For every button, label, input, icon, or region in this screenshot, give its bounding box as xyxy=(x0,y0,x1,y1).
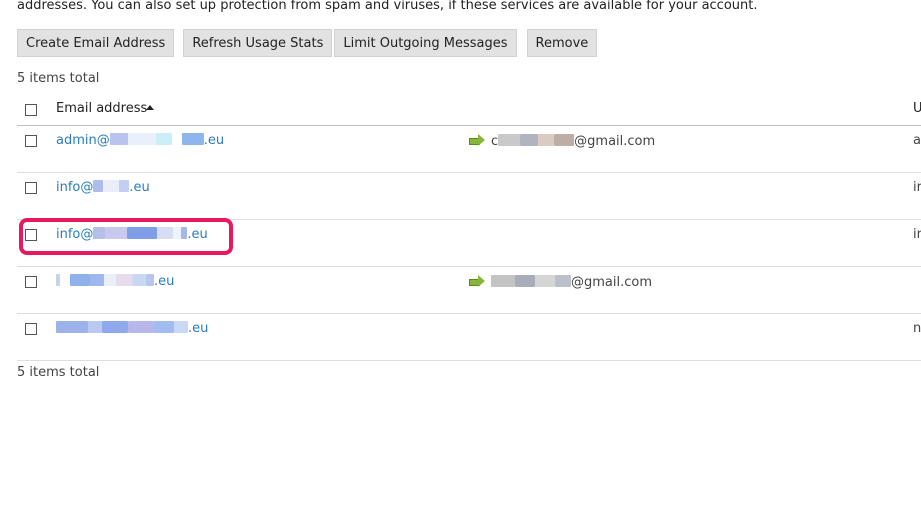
redacted-block xyxy=(520,134,539,146)
row-checkbox[interactable] xyxy=(25,323,37,335)
email-address-link[interactable]: admin@ .eu xyxy=(56,133,224,148)
redacted-block xyxy=(93,180,104,192)
table-row: info@ .eu ir xyxy=(17,220,921,267)
row-checkbox[interactable] xyxy=(25,229,37,241)
row-checkbox[interactable] xyxy=(25,182,37,194)
email-prefix: admin@ xyxy=(56,133,110,148)
redacted-block xyxy=(157,227,174,239)
forward-arrow-icon xyxy=(469,134,485,146)
intro-text: addresses. You can also set up protectio… xyxy=(17,0,758,13)
table-row: admin@ .eu c @gmail.com a xyxy=(17,126,921,173)
redacted-block xyxy=(174,321,188,333)
mail-accounts-page: addresses. You can also set up protectio… xyxy=(0,0,921,526)
redacted-block xyxy=(515,275,535,287)
email-address-column-header[interactable]: Email address xyxy=(56,101,147,116)
redacted-block xyxy=(155,133,172,145)
redacted-block xyxy=(128,321,154,333)
redacted-block xyxy=(60,274,70,286)
redacted-block xyxy=(70,274,90,286)
redacted-block xyxy=(102,321,128,333)
redacted-block xyxy=(116,274,132,286)
refresh-usage-stats-button[interactable]: Refresh Usage Stats xyxy=(183,29,333,57)
toolbar: Create Email Address Refresh Usage Stats… xyxy=(17,29,598,57)
email-address-link[interactable]: info@ .eu xyxy=(56,227,208,242)
row-col-u-value: a xyxy=(913,133,921,148)
table-header: Email address U xyxy=(17,96,921,126)
email-suffix: .eu xyxy=(154,274,175,289)
redacted-block xyxy=(181,133,204,145)
row-checkbox[interactable] xyxy=(25,135,37,147)
redacted-block xyxy=(56,321,88,333)
redacted-block xyxy=(104,274,116,286)
redacted-block xyxy=(103,180,120,192)
row-checkbox[interactable] xyxy=(25,276,37,288)
table-row: .eu @gmail.com xyxy=(17,267,921,314)
email-address-link[interactable]: .eu xyxy=(56,321,208,336)
forwarding-info: c @gmail.com xyxy=(469,134,655,149)
redacted-block xyxy=(93,227,106,239)
items-total-bottom: 5 items total xyxy=(17,365,100,380)
redacted-block xyxy=(554,134,575,146)
forward-suffix: @gmail.com xyxy=(571,275,653,290)
email-suffix: .eu xyxy=(129,180,150,195)
limit-outgoing-messages-button[interactable]: Limit Outgoing Messages xyxy=(334,29,517,57)
redacted-block xyxy=(498,134,521,146)
select-all-checkbox[interactable] xyxy=(25,104,37,116)
redacted-block xyxy=(105,227,128,239)
email-address-link[interactable]: .eu xyxy=(56,274,174,289)
redacted-block xyxy=(127,227,158,239)
forward-prefix: c xyxy=(491,134,499,149)
column-header-u[interactable]: U xyxy=(913,101,921,116)
create-email-address-button[interactable]: Create Email Address xyxy=(17,29,175,57)
email-prefix: info@ xyxy=(56,227,94,242)
redacted-block xyxy=(88,321,102,333)
email-suffix: .eu xyxy=(187,227,208,242)
forwarding-info: @gmail.com xyxy=(469,275,652,290)
sort-ascending-icon[interactable] xyxy=(146,105,154,110)
row-col-u-value: n xyxy=(913,321,921,336)
redacted-block xyxy=(538,134,555,146)
redacted-block xyxy=(90,274,104,286)
email-suffix: .eu xyxy=(203,133,225,148)
redacted-block xyxy=(173,227,182,239)
redacted-block xyxy=(119,180,130,192)
redacted-block xyxy=(109,133,128,145)
table-row: info@ .eu ir xyxy=(17,173,921,220)
row-col-u-value: ir xyxy=(913,227,921,242)
row-col-u-value: ir xyxy=(913,180,921,195)
redacted-block xyxy=(555,275,571,287)
redacted-block xyxy=(146,274,154,286)
email-suffix: .eu xyxy=(188,321,209,336)
forward-suffix: @gmail.com xyxy=(574,134,656,149)
forward-arrow-icon xyxy=(469,275,485,287)
items-total-top: 5 items total xyxy=(17,71,100,86)
table-row: .eu n xyxy=(17,314,921,361)
email-prefix: info@ xyxy=(56,180,94,195)
redacted-block xyxy=(491,275,515,287)
redacted-block xyxy=(535,275,555,287)
remove-button[interactable]: Remove xyxy=(526,29,598,57)
email-address-link[interactable]: info@ .eu xyxy=(56,180,150,195)
redacted-block xyxy=(127,133,156,145)
redacted-block xyxy=(171,133,182,145)
redacted-block xyxy=(154,321,174,333)
redacted-block xyxy=(132,274,146,286)
